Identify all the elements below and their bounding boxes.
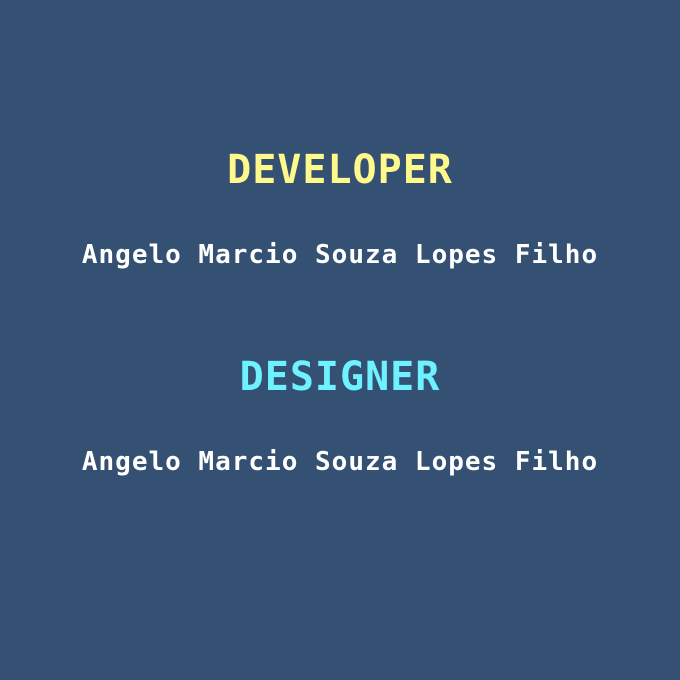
credits-screen: DEVELOPER Angelo Marcio Souza Lopes Filh… bbox=[0, 0, 680, 680]
developer-name: Angelo Marcio Souza Lopes Filho bbox=[81, 240, 599, 270]
designer-name: Angelo Marcio Souza Lopes Filho bbox=[81, 447, 599, 477]
developer-role-heading: DEVELOPER bbox=[227, 147, 453, 193]
designer-role-heading: DESIGNER bbox=[239, 354, 441, 400]
